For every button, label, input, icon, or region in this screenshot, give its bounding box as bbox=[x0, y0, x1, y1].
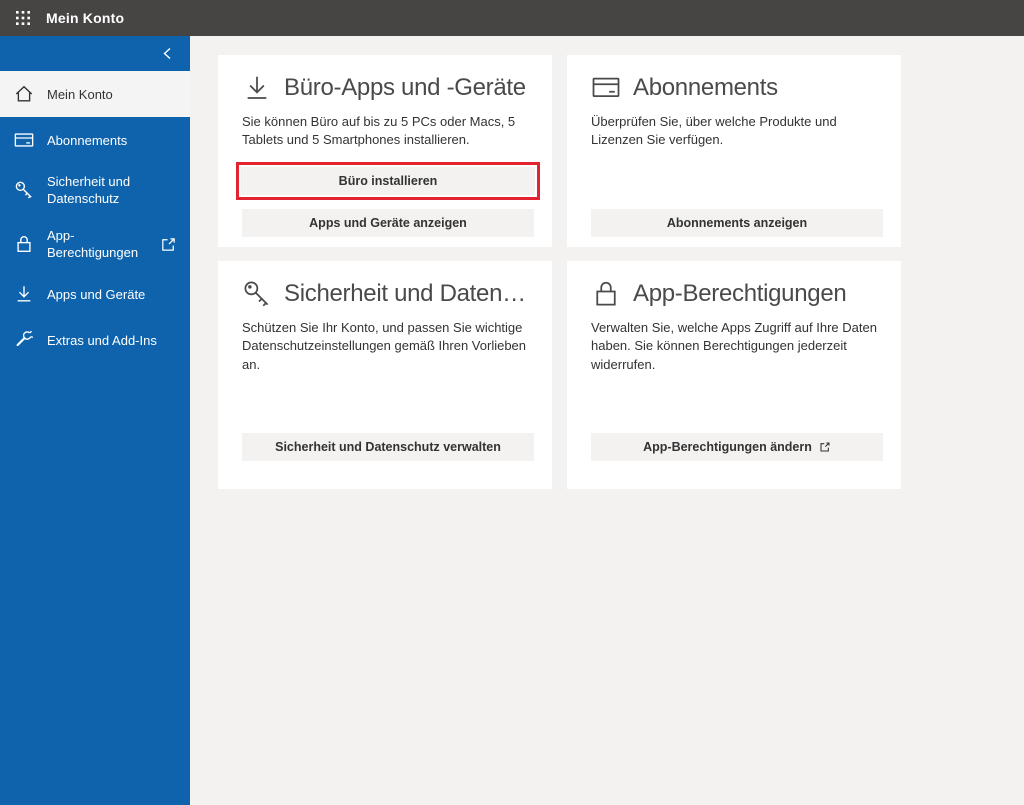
sidebar-item-extras-und-add-ins[interactable]: Extras und Add-Ins bbox=[0, 317, 190, 363]
sidebar-item-label: Mein Konto bbox=[47, 86, 113, 102]
sidebar-item-label: Abonnements bbox=[47, 132, 128, 148]
key-icon bbox=[242, 279, 272, 309]
key-icon bbox=[14, 180, 34, 200]
sidebar-item-sicherheit-und-datenschutz[interactable]: Sicherheit und Datenschutz bbox=[0, 163, 190, 217]
card-actions: App-Berechtigungen ändern bbox=[591, 433, 883, 461]
sidebar-item-label: Apps und Geräte bbox=[47, 286, 146, 302]
chevron-left-icon bbox=[161, 46, 174, 61]
card-description: Überprüfen Sie, über welche Produkte und… bbox=[591, 114, 837, 148]
sidebar-item-label: Sicherheit und Datenschutz bbox=[47, 174, 131, 206]
card-header: Büro-Apps und -Geräte bbox=[242, 73, 534, 103]
card-title: App-Berechtigungen bbox=[633, 280, 847, 307]
card-actions: Abonnements anzeigen bbox=[591, 209, 883, 237]
sidebar-item-label: App-Berechtigungen bbox=[47, 228, 139, 260]
card-description: Sie können Büro auf bis zu 5 PCs oder Ma… bbox=[242, 114, 516, 148]
button-label: App-Berechtigungen ändern bbox=[643, 440, 812, 454]
sidebar-item-abonnements[interactable]: Abonnements bbox=[0, 117, 190, 163]
download-icon bbox=[14, 284, 34, 304]
card-header: App-Berechtigungen bbox=[591, 279, 883, 309]
lock-icon bbox=[591, 279, 621, 309]
card-actions: Sicherheit und Datenschutz verwalten bbox=[242, 433, 534, 461]
sidebar-item-apps-und-geraete[interactable]: Apps und Geräte bbox=[0, 271, 190, 317]
card-description: Verwalten Sie, welche Apps Zugriff auf I… bbox=[591, 320, 877, 372]
sidebar: Mein Konto Abonnements Sicherheit und Da… bbox=[0, 36, 190, 805]
card-header: Abonnements bbox=[591, 73, 883, 103]
manage-security-privacy-button[interactable]: Sicherheit und Datenschutz verwalten bbox=[242, 433, 534, 461]
waffle-icon bbox=[16, 11, 30, 25]
card-header: Sicherheit und Datensc... bbox=[242, 279, 534, 309]
page-title: Mein Konto bbox=[46, 10, 125, 26]
view-apps-devices-button[interactable]: Apps und Geräte anzeigen bbox=[242, 209, 534, 237]
main-content: Büro-Apps und -Geräte Sie können Büro au… bbox=[190, 36, 1024, 805]
cards-grid: Büro-Apps und -Geräte Sie können Büro au… bbox=[218, 55, 901, 489]
external-link-icon bbox=[819, 441, 831, 453]
install-office-button[interactable]: Büro installieren bbox=[241, 167, 535, 195]
credit-card-icon bbox=[591, 73, 621, 103]
app-launcher-button[interactable] bbox=[0, 0, 46, 36]
card-title: Büro-Apps und -Geräte bbox=[284, 74, 526, 101]
card-description: Schützen Sie Ihr Konto, und passen Sie w… bbox=[242, 320, 527, 372]
lock-icon bbox=[14, 234, 34, 254]
card-title: Abonnements bbox=[633, 74, 778, 101]
view-subscriptions-button[interactable]: Abonnements anzeigen bbox=[591, 209, 883, 237]
card-title: Sicherheit und Datensc... bbox=[284, 280, 534, 307]
change-app-permissions-button[interactable]: App-Berechtigungen ändern bbox=[591, 433, 883, 461]
credit-card-icon bbox=[14, 130, 34, 150]
topbar: Mein Konto bbox=[0, 0, 1024, 36]
sidebar-item-mein-konto[interactable]: Mein Konto bbox=[0, 71, 190, 117]
annotation-highlight-box: Büro installieren bbox=[236, 162, 540, 200]
card-actions: Büro installieren Apps und Geräte anzeig… bbox=[236, 162, 540, 237]
download-icon bbox=[242, 73, 272, 103]
sidebar-item-label: Extras und Add-Ins bbox=[47, 332, 157, 348]
card-buero-apps-und-geraete: Büro-Apps und -Geräte Sie können Büro au… bbox=[218, 55, 552, 247]
external-link-icon bbox=[160, 236, 177, 253]
card-abonnements: Abonnements Überprüfen Sie, über welche … bbox=[567, 55, 901, 247]
sidebar-item-app-berechtigungen[interactable]: App-Berechtigungen bbox=[0, 217, 190, 271]
card-sicherheit-und-datenschutz: Sicherheit und Datensc... Schützen Sie I… bbox=[218, 261, 552, 489]
home-icon bbox=[14, 84, 34, 104]
sidebar-collapse-button[interactable] bbox=[0, 36, 190, 71]
card-app-berechtigungen: App-Berechtigungen Verwalten Sie, welche… bbox=[567, 261, 901, 489]
wrench-icon bbox=[14, 330, 34, 350]
